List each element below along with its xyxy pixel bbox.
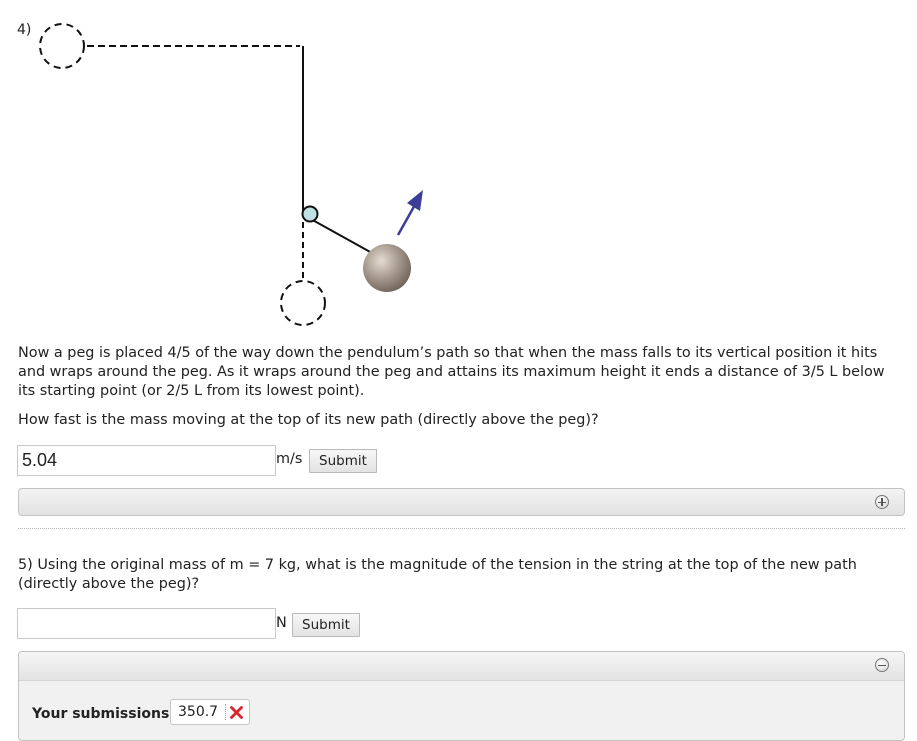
minus-circle-icon[interactable] [875,658,889,672]
submission-entry: 350.7 [170,699,251,725]
submissions-label: Your submissions: [32,706,175,722]
question-5-submit-button[interactable]: Submit [292,613,360,637]
question-5-answer-input[interactable] [17,608,276,639]
question-4-prompt: How fast is the mass moving at the top o… [18,412,599,428]
pendulum-diagram [39,23,423,326]
velocity-arrow-head [407,190,423,211]
question-4-description: Now a peg is placed 4/5 of the way down … [18,345,885,399]
submission-value: 350.7 [178,704,219,720]
peg-icon [301,205,319,223]
question-4-submit-button[interactable]: Submit [309,449,377,473]
question-5-unit: N [276,615,287,631]
question-5-feedback-panel: Your submissions: 350.7 [18,651,905,741]
start-position-circle [39,23,85,69]
question-5-prompt: Using the original mass of m = 7 kg, wha… [18,557,857,592]
incorrect-x-icon [230,705,243,719]
string-wrapped [308,217,373,254]
question-5-text: 5) Using the original mass of m = 7 kg, … [18,556,878,594]
question-5-feedback-header[interactable] [19,652,904,681]
question-4-feedback-bar[interactable] [18,488,905,516]
question-4-unit: m/s [276,451,303,467]
question-5-number: 5) [18,557,33,573]
velocity-arrow-shaft [396,202,418,236]
plus-circle-icon[interactable] [875,495,889,509]
lowest-position-circle [280,280,326,326]
question-4-answer-input[interactable] [17,445,276,476]
mass-bob [363,244,411,292]
question-divider [18,528,905,529]
